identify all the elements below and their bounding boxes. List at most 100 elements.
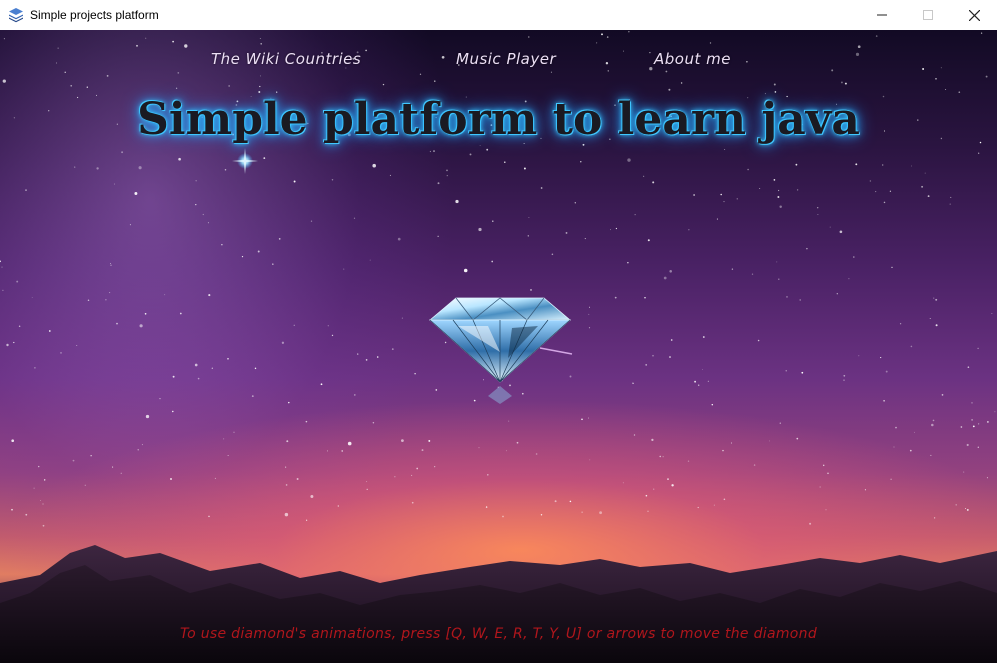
star bbox=[843, 374, 846, 377]
diamond-image[interactable] bbox=[428, 292, 573, 407]
star bbox=[634, 214, 636, 216]
nav-link-about-me[interactable]: About me bbox=[654, 50, 731, 68]
star bbox=[931, 423, 934, 427]
star bbox=[987, 421, 989, 423]
starry-sky-background: The Wiki Countries Music Player About me… bbox=[0, 30, 997, 663]
maximize-button[interactable] bbox=[905, 0, 951, 30]
star bbox=[254, 367, 257, 370]
star bbox=[933, 517, 936, 519]
star bbox=[605, 62, 609, 65]
minimize-button[interactable] bbox=[859, 0, 905, 30]
star bbox=[401, 317, 403, 319]
sparkle-star-icon bbox=[232, 148, 258, 174]
star bbox=[120, 472, 122, 474]
minimize-icon bbox=[877, 14, 887, 16]
star bbox=[401, 439, 404, 442]
star bbox=[281, 341, 285, 344]
star bbox=[967, 366, 970, 369]
nav-link-music-player[interactable]: Music Player bbox=[456, 50, 556, 68]
close-icon bbox=[968, 9, 980, 21]
star bbox=[882, 164, 884, 166]
star bbox=[649, 51, 651, 54]
star bbox=[31, 296, 33, 298]
star bbox=[208, 294, 211, 297]
star bbox=[864, 489, 866, 491]
star bbox=[446, 169, 448, 172]
star bbox=[535, 453, 538, 455]
star bbox=[42, 503, 44, 505]
star bbox=[76, 344, 78, 347]
star bbox=[437, 235, 439, 237]
star bbox=[909, 449, 912, 452]
close-button[interactable] bbox=[951, 0, 997, 30]
star bbox=[822, 464, 825, 467]
star bbox=[751, 273, 754, 275]
star bbox=[723, 498, 726, 501]
star bbox=[293, 324, 295, 326]
star bbox=[469, 153, 472, 156]
star bbox=[829, 226, 831, 228]
star bbox=[365, 49, 367, 52]
nav-link-wiki-countries[interactable]: The Wiki Countries bbox=[211, 50, 361, 68]
star bbox=[914, 431, 915, 433]
star bbox=[669, 356, 671, 358]
star bbox=[980, 32, 983, 34]
star bbox=[228, 85, 230, 87]
star bbox=[421, 449, 424, 452]
star bbox=[343, 268, 345, 270]
star bbox=[366, 481, 368, 483]
star bbox=[72, 459, 75, 462]
star bbox=[858, 355, 860, 357]
star bbox=[963, 471, 965, 473]
star bbox=[669, 270, 672, 273]
star bbox=[785, 370, 787, 372]
star bbox=[6, 343, 9, 347]
star bbox=[569, 500, 572, 503]
star bbox=[437, 182, 440, 185]
star bbox=[112, 466, 114, 468]
star bbox=[663, 276, 667, 280]
star bbox=[687, 460, 690, 462]
star bbox=[774, 91, 777, 93]
star bbox=[649, 67, 653, 71]
star bbox=[56, 62, 57, 64]
instructions-text: To use diamond's animations, press [Q, W… bbox=[179, 626, 818, 642]
star bbox=[779, 205, 782, 208]
star bbox=[991, 313, 993, 315]
star bbox=[372, 163, 376, 168]
star bbox=[643, 175, 645, 177]
star bbox=[645, 494, 648, 497]
star bbox=[197, 377, 200, 380]
star bbox=[940, 67, 942, 69]
star bbox=[172, 375, 175, 378]
star bbox=[875, 35, 878, 37]
star bbox=[935, 78, 937, 80]
star bbox=[320, 383, 323, 386]
star bbox=[366, 488, 368, 491]
star bbox=[105, 299, 107, 301]
maximize-icon bbox=[923, 10, 933, 20]
star bbox=[285, 484, 288, 486]
star bbox=[251, 395, 254, 397]
star bbox=[930, 454, 932, 456]
star bbox=[441, 55, 445, 59]
star bbox=[84, 484, 86, 486]
star bbox=[528, 36, 530, 38]
star bbox=[327, 325, 329, 327]
star bbox=[768, 440, 770, 442]
star bbox=[455, 199, 459, 204]
star bbox=[853, 256, 855, 258]
star bbox=[581, 418, 583, 421]
star bbox=[357, 353, 359, 355]
star bbox=[224, 168, 227, 171]
star bbox=[883, 399, 885, 402]
star bbox=[369, 259, 371, 261]
star bbox=[924, 172, 926, 174]
star bbox=[731, 268, 734, 270]
star bbox=[276, 91, 278, 93]
star bbox=[221, 244, 223, 246]
star bbox=[966, 443, 969, 447]
star bbox=[966, 508, 969, 511]
title-bar[interactable]: Simple projects platform bbox=[0, 0, 997, 30]
star bbox=[227, 454, 229, 456]
